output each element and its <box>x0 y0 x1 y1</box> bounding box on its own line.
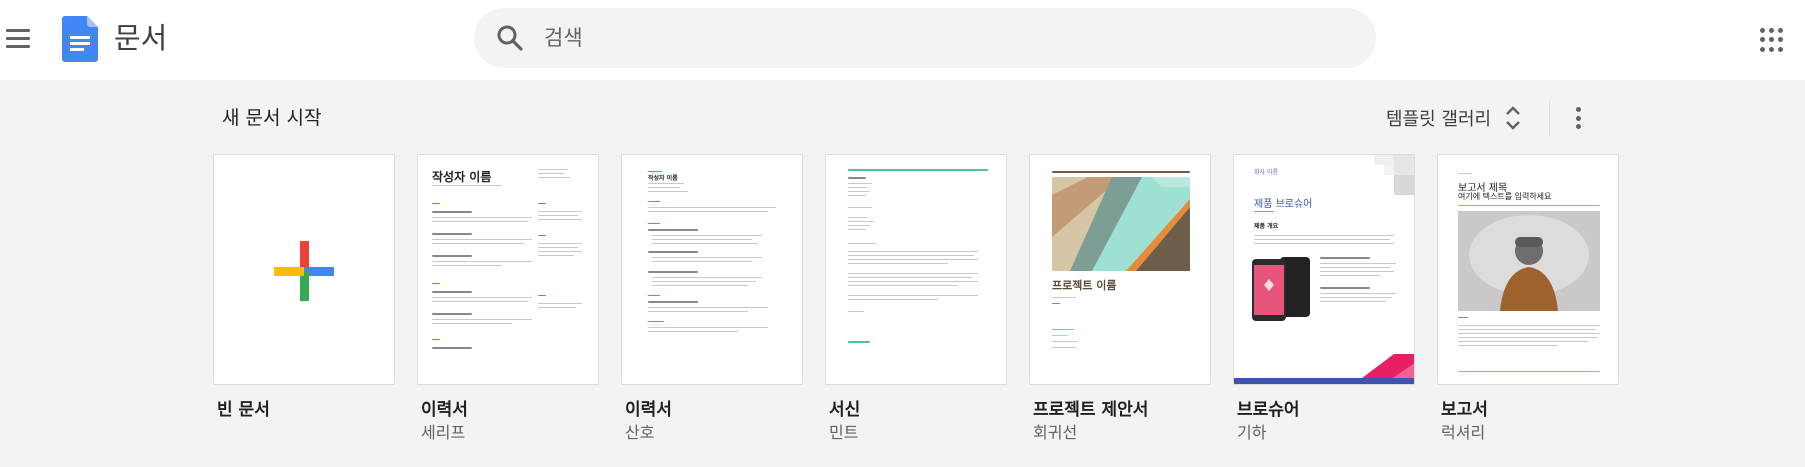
search-icon[interactable] <box>496 24 524 52</box>
apps-grid-dot <box>1778 28 1783 33</box>
apps-grid-dot <box>1760 46 1765 52</box>
template-gallery-button[interactable]: 템플릿 갤러리 <box>1386 100 1521 136</box>
template-letter-mint[interactable]: 서신 민트 <box>825 154 1007 444</box>
template-thumbnail[interactable] <box>825 154 1007 385</box>
menu-icon-bar <box>6 44 30 48</box>
thumb-company: 회사 이름 <box>1254 169 1278 176</box>
template-thumbnail[interactable]: 보고서 제목 여기에 텍스트를 입력하세요 <box>1437 154 1619 385</box>
template-gallery-label: 템플릿 갤러리 <box>1386 109 1492 130</box>
cover-art-image <box>1052 177 1190 271</box>
template-thumbnail[interactable] <box>213 154 395 385</box>
corner-pattern-image <box>1374 155 1414 195</box>
cover-photo-image <box>1458 211 1600 311</box>
template-name: 이력서 <box>421 400 468 420</box>
template-name: 브로슈어 <box>1237 400 1300 420</box>
template-thumbnail[interactable]: 프로젝트 이름 <box>1029 154 1211 385</box>
thumb-title: 작성자 이름 <box>648 175 678 182</box>
search-bar[interactable] <box>474 8 1376 68</box>
template-subtitle: 기하 <box>1237 423 1267 442</box>
apps-grid-dot <box>1760 28 1765 33</box>
thumb-section: 제품 개요 <box>1254 223 1279 230</box>
template-thumbnail[interactable]: 작성자 이름 <box>621 154 803 385</box>
template-name: 서신 <box>829 400 861 420</box>
main-menu-button[interactable] <box>6 18 34 58</box>
apps-grid-dot <box>1760 37 1765 43</box>
template-subtitle: 럭셔리 <box>1441 423 1486 442</box>
docs-logo-icon[interactable] <box>62 16 98 62</box>
apps-grid-dot <box>1778 37 1783 43</box>
template-subtitle: 민트 <box>829 423 859 442</box>
template-resume-coral[interactable]: 작성자 이름 이력서 산호 <box>621 154 803 444</box>
template-name: 프로젝트 제안서 <box>1033 400 1149 420</box>
template-name: 보고서 <box>1441 400 1488 420</box>
thumb-title: 프로젝트 이름 <box>1052 279 1117 292</box>
section-title: 새 문서 시작 <box>222 107 322 129</box>
plus-icon <box>274 241 334 301</box>
template-thumbnail[interactable]: 작성자 이름 <box>417 154 599 385</box>
apps-grid-dot <box>1769 28 1774 33</box>
more-dot <box>1575 115 1581 121</box>
phone-image <box>1252 257 1310 321</box>
template-subtitle: 회귀선 <box>1033 423 1078 442</box>
template-name: 빈 문서 <box>217 400 270 420</box>
template-name: 이력서 <box>625 400 672 420</box>
thumb-title: 제품 브로슈어 <box>1254 199 1313 210</box>
top-bar: 문서 <box>0 0 1805 80</box>
thumb-subtitle: 여기에 텍스트를 입력하세요 <box>1458 192 1552 201</box>
more-dot <box>1575 107 1581 112</box>
apps-grid-dot <box>1769 37 1774 43</box>
apps-grid-dot <box>1769 46 1774 52</box>
template-resume-serif[interactable]: 작성자 이름 이력서 세리프 <box>417 154 599 444</box>
google-apps-button[interactable] <box>1760 28 1784 52</box>
menu-icon-bar <box>6 28 30 32</box>
more-dot <box>1575 124 1581 129</box>
menu-icon-bar <box>6 36 30 40</box>
toolbar-divider <box>1549 100 1550 136</box>
template-brochure[interactable]: 회사 이름 제품 브로슈어 제품 개요 브로슈어 기하 <box>1233 154 1415 444</box>
thumb-title: 작성자 이름 <box>432 170 492 184</box>
template-subtitle: 세리프 <box>421 423 466 442</box>
brochure-footer-pattern <box>1234 354 1414 384</box>
apps-grid-dot <box>1778 46 1783 52</box>
template-report-luxury[interactable]: 보고서 제목 여기에 텍스트를 입력하세요 보고서 럭셔리 <box>1437 154 1619 444</box>
search-input[interactable] <box>544 18 1344 58</box>
app-title[interactable]: 문서 <box>114 18 167 58</box>
template-subtitle: 산호 <box>625 423 655 442</box>
template-project-proposal[interactable]: 프로젝트 이름 프로젝트 제안서 회귀선 <box>1029 154 1211 444</box>
unfold-icon <box>1506 106 1520 130</box>
template-thumbnail[interactable]: 회사 이름 제품 브로슈어 제품 개요 <box>1233 154 1415 385</box>
template-blank[interactable]: 빈 문서 <box>213 154 395 422</box>
template-row: 빈 문서 작성자 이름 이력서 세리프 작성자 이름 이력서 산호 서신 민트 … <box>213 154 1619 454</box>
more-options-button[interactable] <box>1572 104 1584 132</box>
